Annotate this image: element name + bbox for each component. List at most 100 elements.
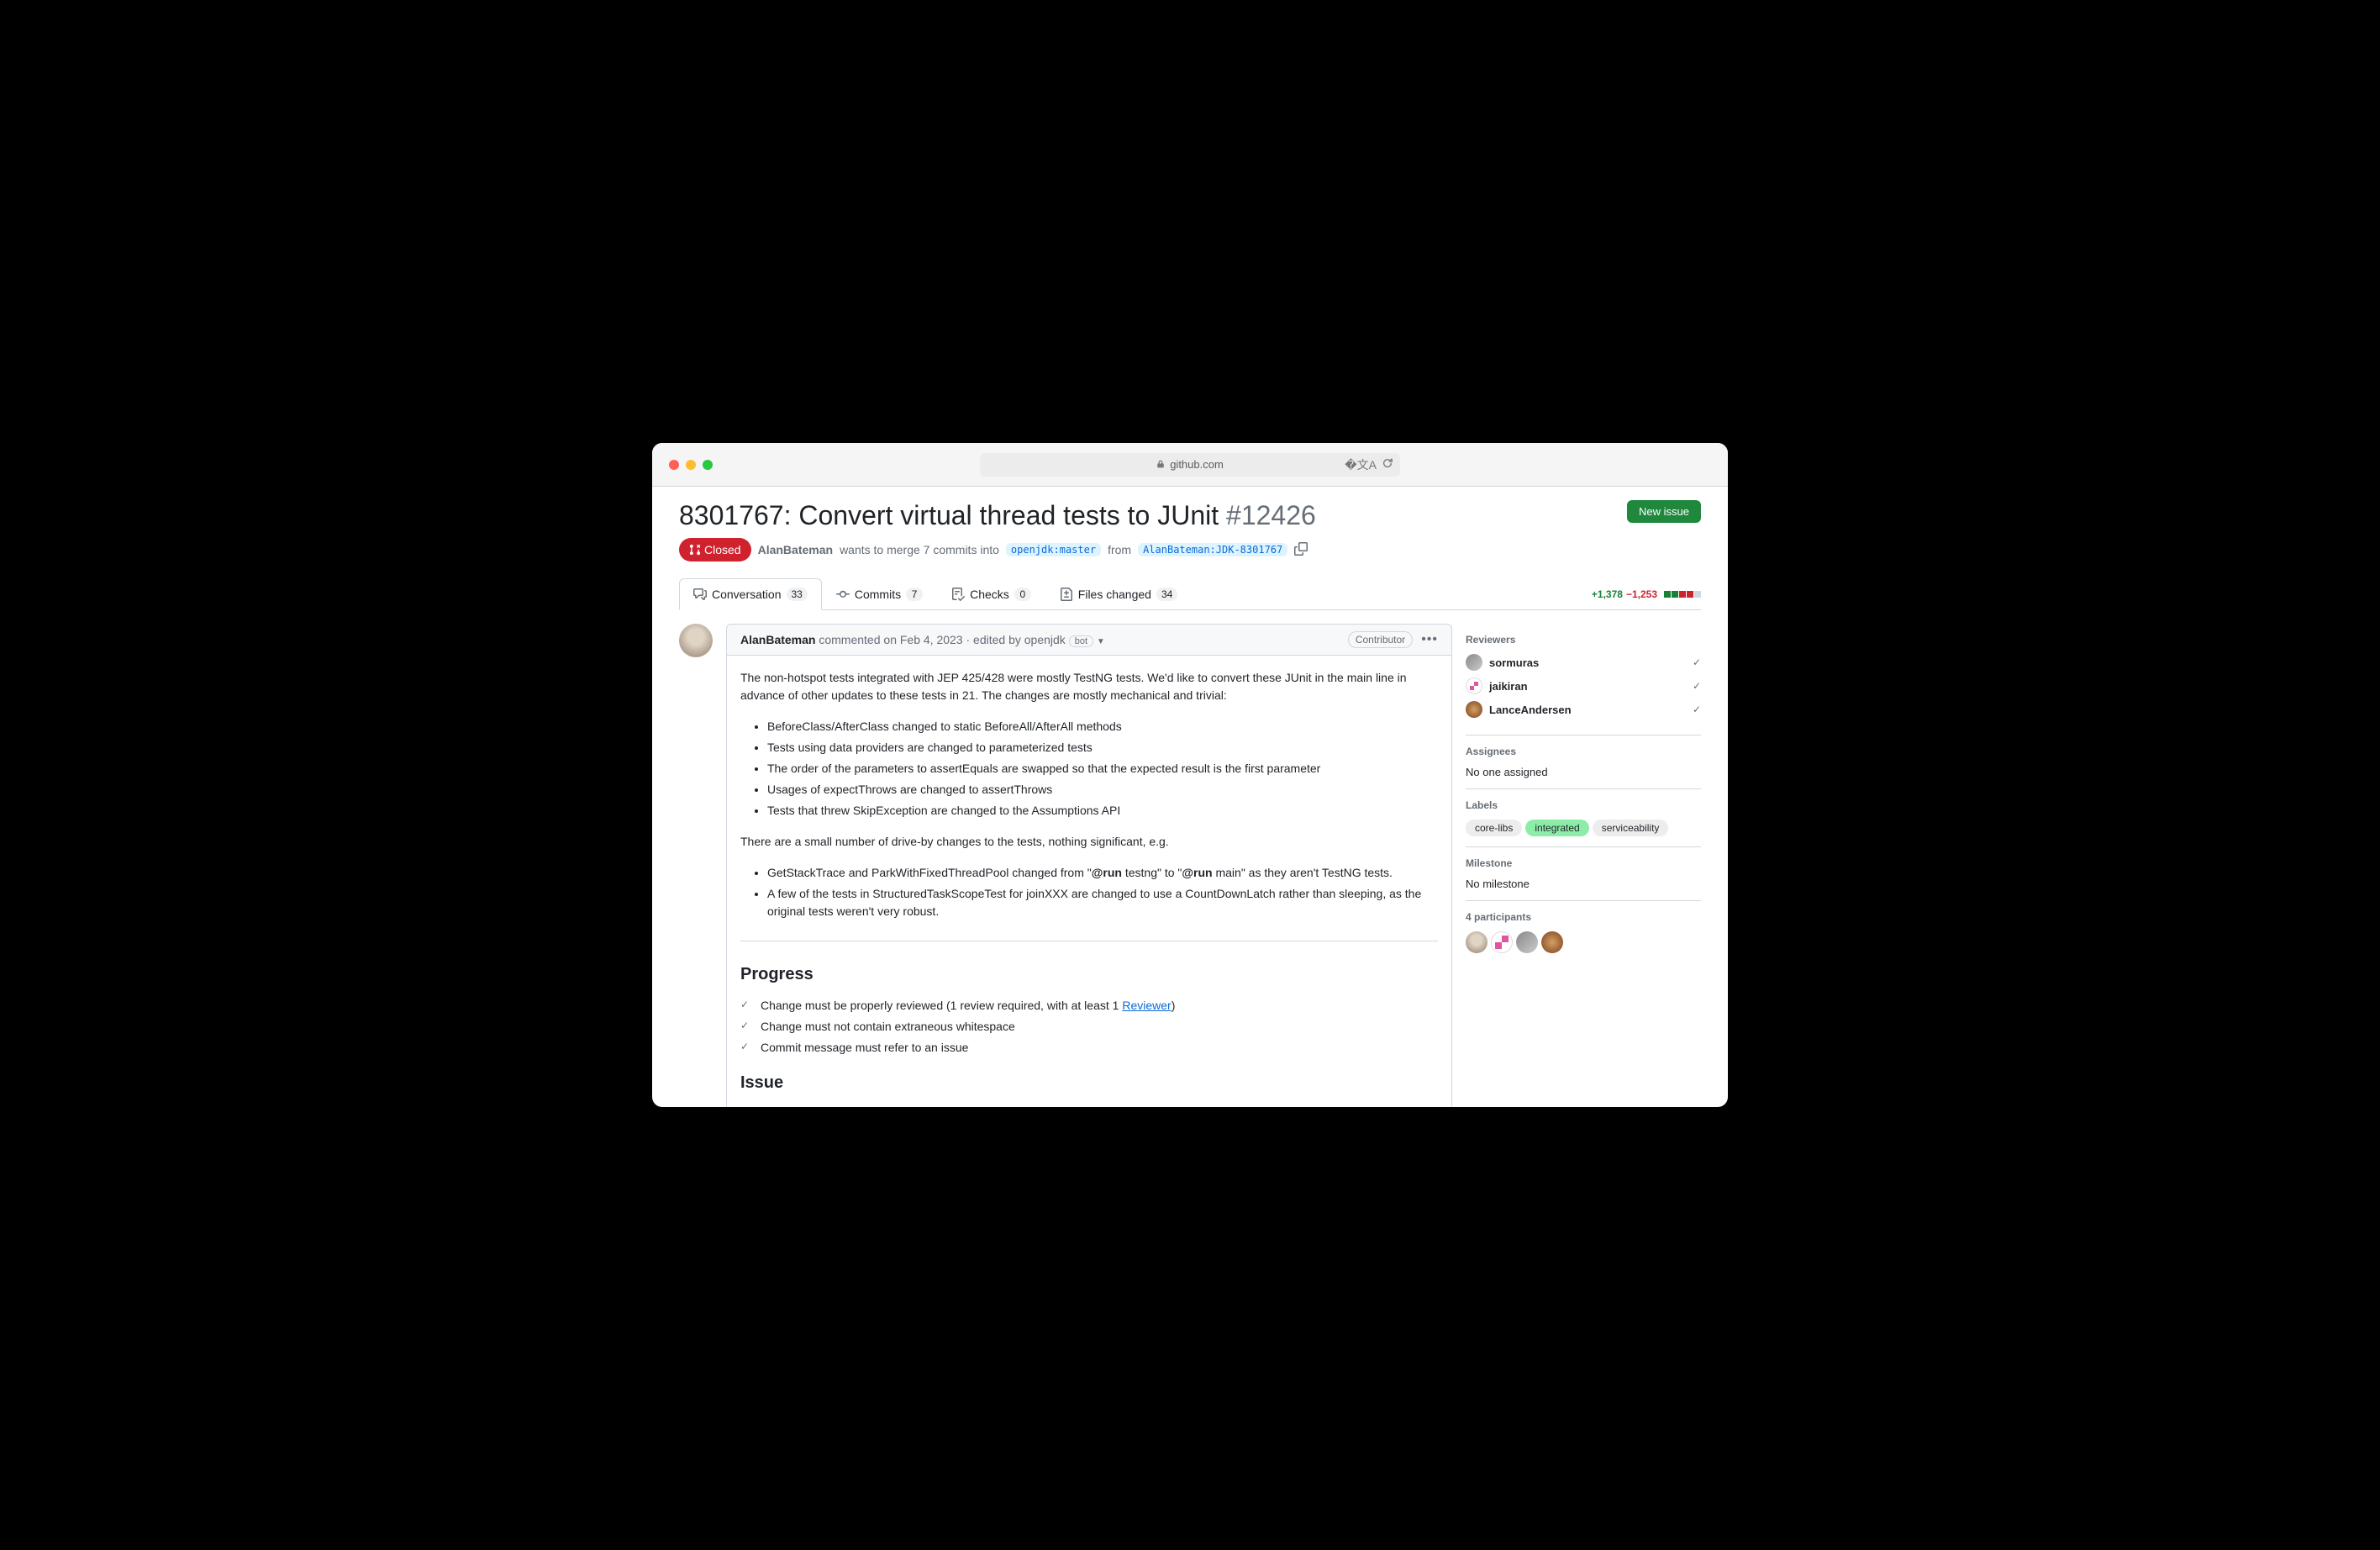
diffstat: +1,378 −1,253 — [1592, 588, 1701, 600]
minimize-window-button[interactable] — [686, 460, 696, 470]
reload-icon[interactable] — [1382, 457, 1393, 472]
reviewer-name: sormuras — [1489, 656, 1686, 669]
new-issue-button[interactable]: New issue — [1627, 500, 1701, 523]
edited-text: edited by openjdk — [973, 633, 1066, 646]
label-pill[interactable]: core-libs — [1466, 820, 1522, 836]
diff-block-add — [1672, 591, 1678, 598]
tab-conversation-count: 33 — [787, 588, 808, 601]
file-diff-icon — [1060, 588, 1073, 601]
translate-icon[interactable]: �文A — [1345, 456, 1377, 473]
participant-avatar[interactable] — [1541, 931, 1563, 953]
list-item: Tests using data providers are changed t… — [767, 739, 1438, 757]
reviewer-link[interactable]: Reviewer — [1122, 999, 1171, 1012]
progress-list: Change must be properly reviewed (1 revi… — [740, 997, 1438, 1057]
tab-files[interactable]: Files changed 34 — [1045, 578, 1193, 610]
sidebar-assignees: Assignees No one assigned — [1466, 735, 1701, 789]
tab-checks-label: Checks — [970, 588, 1009, 601]
sidebar-participants: 4 participants — [1466, 901, 1701, 963]
copy-icon[interactable] — [1294, 542, 1308, 558]
base-branch[interactable]: openjdk:master — [1006, 543, 1101, 556]
avatar — [1466, 654, 1482, 671]
checklist-icon — [951, 588, 965, 601]
list-item: GetStackTrace and ParkWithFixedThreadPoo… — [767, 864, 1438, 882]
participant-avatar[interactable] — [1516, 931, 1538, 953]
list-item: Tests that threw SkipException are chang… — [767, 802, 1438, 820]
label-pill[interactable]: serviceability — [1593, 820, 1669, 836]
lock-icon — [1156, 458, 1165, 471]
maximize-window-button[interactable] — [703, 460, 713, 470]
url-bar[interactable]: github.com �文A — [980, 453, 1400, 477]
comment-list-1: BeforeClass/AfterClass changed to static… — [740, 718, 1438, 820]
merge-text-1: wants to merge 7 commits into — [840, 543, 999, 556]
diff-block-add — [1664, 591, 1671, 598]
pr-header: 8301767: Convert virtual thread tests to… — [679, 500, 1701, 531]
check-icon: ✓ — [1693, 680, 1701, 692]
git-pull-request-closed-icon — [689, 544, 701, 556]
participant-avatar[interactable] — [1491, 931, 1513, 953]
sidebar: Reviewers sormuras ✓ jaikiran ✓ LanceAnd… — [1466, 624, 1701, 1107]
page-content: 8301767: Convert virtual thread tests to… — [652, 487, 1728, 1107]
chevron-down-icon[interactable]: ▼ — [1097, 637, 1105, 646]
head-branch[interactable]: AlanBateman:JDK-8301767 — [1138, 543, 1287, 556]
milestone-heading: Milestone — [1466, 857, 1701, 869]
tab-files-label: Files changed — [1078, 588, 1151, 601]
comment-intro: The non-hotspot tests integrated with JE… — [740, 669, 1438, 704]
list-item: Change must not contain extraneous white… — [740, 1018, 1438, 1036]
kebab-menu-icon[interactable]: ••• — [1421, 632, 1438, 647]
pr-tabs: Conversation 33 Commits 7 Checks 0 Files… — [679, 578, 1701, 610]
reviewer-row[interactable]: jaikiran ✓ — [1466, 677, 1701, 694]
pr-author[interactable]: AlanBateman — [758, 543, 833, 556]
sidebar-labels: Labels core-libs integrated serviceabili… — [1466, 789, 1701, 847]
list-item: Change must be properly reviewed (1 revi… — [740, 997, 1438, 1015]
author-avatar[interactable] — [679, 624, 713, 657]
assignees-heading: Assignees — [1466, 746, 1701, 757]
comment-author[interactable]: AlanBateman — [740, 633, 815, 646]
reviewer-row[interactable]: LanceAndersen ✓ — [1466, 701, 1701, 718]
issue-list: JDK-8301767: Convert virtual thread test… — [740, 1105, 1438, 1107]
assignees-text: No one assigned — [1466, 766, 1701, 778]
comment-list-2: GetStackTrace and ParkWithFixedThreadPoo… — [740, 864, 1438, 920]
browser-window: github.com �文A 8301767: Convert virtual … — [652, 443, 1728, 1107]
list-item: JDK-8301767: Convert virtual thread test… — [767, 1105, 1438, 1107]
comment-body: The non-hotspot tests integrated with JE… — [727, 656, 1451, 1107]
reviewer-name: LanceAndersen — [1489, 704, 1686, 716]
close-window-button[interactable] — [669, 460, 679, 470]
check-icon: ✓ — [1693, 704, 1701, 715]
diff-block-del — [1687, 591, 1693, 598]
list-item: Usages of expectThrows are changed to as… — [767, 781, 1438, 799]
reviewers-heading: Reviewers — [1466, 634, 1701, 646]
tab-conversation[interactable]: Conversation 33 — [679, 578, 822, 610]
pr-title: 8301767: Convert virtual thread tests to… — [679, 500, 1316, 531]
main-column: AlanBateman commented on Feb 4, 2023 · e… — [679, 624, 1452, 1107]
comment-date[interactable]: on Feb 4, 2023 — [883, 633, 962, 646]
list-item: BeforeClass/AfterClass changed to static… — [767, 718, 1438, 735]
issue-heading: Issue — [740, 1070, 1438, 1095]
participant-avatar[interactable] — [1466, 931, 1488, 953]
status-text: Closed — [704, 543, 741, 556]
label-pill[interactable]: integrated — [1525, 820, 1588, 836]
diffstat-deletions: −1,253 — [1626, 588, 1657, 600]
list-item: A few of the tests in StructuredTaskScop… — [767, 885, 1438, 920]
list-item: Commit message must refer to an issue — [740, 1039, 1438, 1057]
sidebar-milestone: Milestone No milestone — [1466, 847, 1701, 901]
tab-checks-count: 0 — [1014, 588, 1031, 601]
titlebar: github.com �文A — [652, 443, 1728, 487]
list-item: The order of the parameters to assertEqu… — [767, 760, 1438, 778]
comment-para-2: There are a small number of drive-by cha… — [740, 833, 1438, 851]
comment-box: AlanBateman commented on Feb 4, 2023 · e… — [726, 624, 1452, 1107]
diffstat-additions: +1,378 — [1592, 588, 1623, 600]
bot-badge: bot — [1069, 635, 1093, 647]
pr-number: #12426 — [1226, 500, 1316, 530]
participants-heading: 4 participants — [1466, 911, 1701, 923]
reviewer-row[interactable]: sormuras ✓ — [1466, 654, 1701, 671]
contributor-badge: Contributor — [1348, 631, 1413, 648]
milestone-text: No milestone — [1466, 878, 1701, 890]
labels-heading: Labels — [1466, 799, 1701, 811]
diff-blocks — [1664, 591, 1701, 598]
traffic-lights — [669, 460, 713, 470]
tab-commits-label: Commits — [855, 588, 901, 601]
commented-text: commented — [819, 633, 880, 646]
tab-commits[interactable]: Commits 7 — [822, 578, 937, 610]
tab-checks[interactable]: Checks 0 — [937, 578, 1045, 610]
reviewer-name: jaikiran — [1489, 680, 1686, 693]
